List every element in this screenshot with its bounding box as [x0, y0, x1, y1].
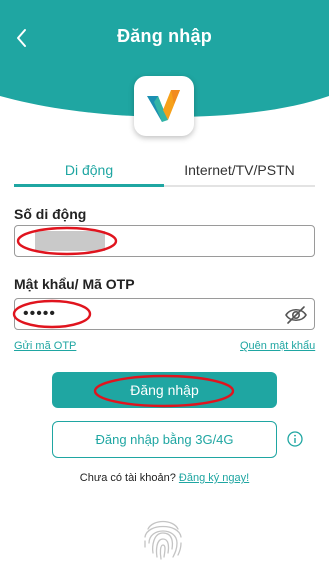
register-link[interactable]: Đăng ký ngay!	[179, 472, 249, 484]
fingerprint-icon[interactable]	[139, 513, 187, 563]
password-input[interactable]	[23, 303, 273, 325]
app-logo	[134, 76, 194, 136]
register-row: Chưa có tài khoản? Đăng ký ngay!	[0, 472, 329, 484]
page-title: Đăng nhập	[117, 26, 212, 46]
forgot-password-link[interactable]: Quên mật khẩu	[240, 340, 315, 352]
register-prompt: Chưa có tài khoản?	[79, 472, 176, 484]
tab-underline-inactive	[164, 185, 315, 187]
eye-hidden-icon[interactable]	[284, 304, 308, 326]
login-button[interactable]: Đăng nhập	[52, 372, 277, 408]
password-label: Mật khẩu/ Mã OTP	[14, 276, 135, 292]
login-3g4g-button[interactable]: Đăng nhập bằng 3G/4G	[52, 421, 277, 458]
tab-bar: Di động Internet/TV/PSTN	[14, 156, 315, 188]
tab-underline-active	[14, 184, 164, 187]
redacted-phone-number	[35, 231, 105, 251]
password-field-box	[14, 298, 315, 330]
info-icon[interactable]	[287, 431, 303, 447]
phone-field-box	[14, 225, 315, 257]
phone-label: Số di động	[14, 206, 87, 222]
tab-internet-tv-pstn[interactable]: Internet/TV/PSTN	[164, 156, 315, 188]
send-otp-link[interactable]: Gửi mã OTP	[14, 340, 76, 352]
